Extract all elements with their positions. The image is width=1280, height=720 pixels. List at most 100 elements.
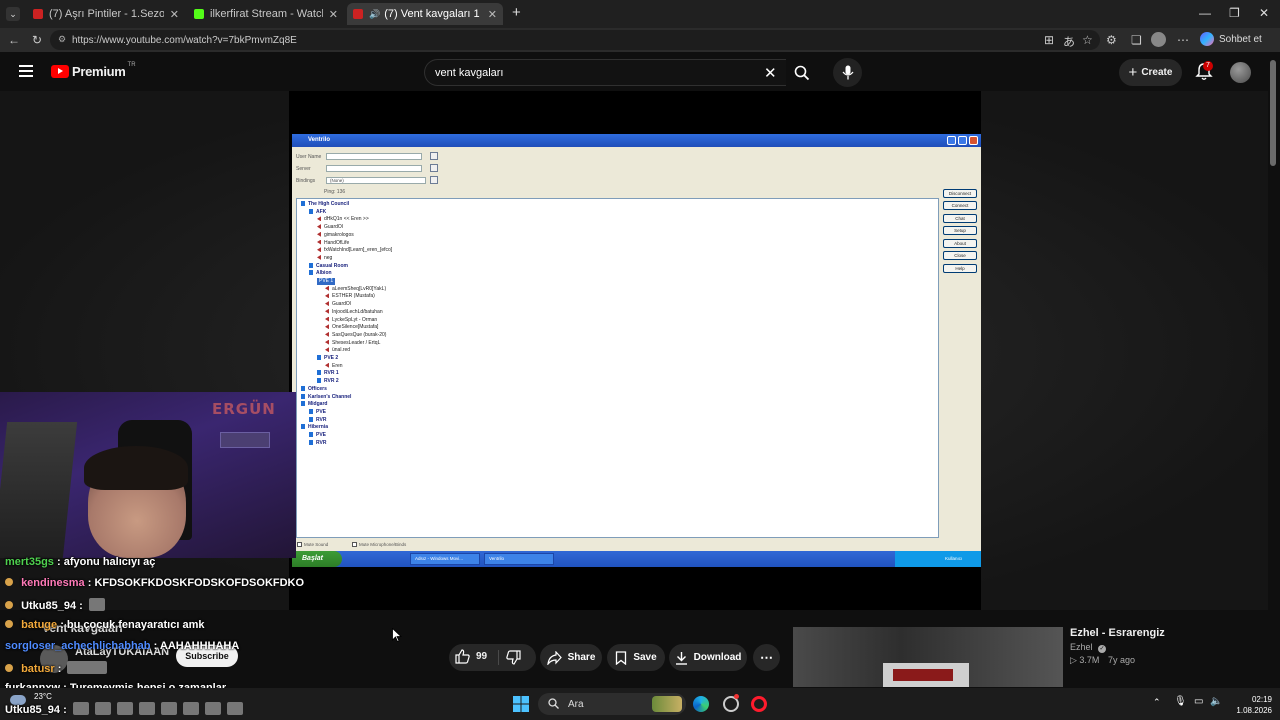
close-tab-icon[interactable]: ✕ — [329, 8, 338, 21]
steam-badge-icon — [734, 694, 739, 699]
share-label: Share — [567, 652, 596, 663]
close-tab-icon[interactable]: ✕ — [170, 8, 179, 21]
webcam-person-hair — [84, 446, 188, 490]
chat-message: sorgloser_achechlichabhab : AAHAHHHAHA — [5, 640, 239, 652]
tree-node-label: GuardOl — [332, 301, 351, 308]
edge-browser-icon[interactable] — [693, 696, 709, 712]
speaker-icon[interactable]: 🔊 — [369, 9, 380, 20]
tree-node-label: ünal.red — [332, 347, 351, 354]
chat-username: batuge — [21, 619, 58, 631]
mute-sound-check: Mute Sound — [297, 542, 328, 547]
channel-icon — [309, 270, 313, 276]
site-info-icon[interactable]: ⚙ — [58, 34, 66, 45]
tree-channel: Midgard — [301, 401, 327, 408]
create-button[interactable]: + Create — [1119, 59, 1182, 86]
browser-tab-2[interactable]: ilkerfirat Stream - Watch Live on K ✕ — [188, 3, 344, 25]
chat-text: bu çocuk fenayaratıcı amk — [66, 619, 205, 631]
search-placeholder: Ara — [568, 698, 584, 710]
search-button[interactable] — [786, 59, 818, 86]
kick-favicon-icon — [194, 9, 204, 19]
xp-task-item: Ventrilo — [484, 553, 554, 565]
tree-user: aLeemSheq[LvR0]YakL) — [325, 285, 386, 293]
weather-temperature[interactable]: 23°C — [34, 692, 52, 701]
tree-node-label: LyckeSpLyt - Orman — [332, 316, 378, 323]
windows-start-icon[interactable] — [513, 696, 529, 712]
tree-node-label: The High Council — [308, 201, 350, 207]
ventrilo-button: About — [943, 239, 977, 248]
user-speaker-icon — [325, 324, 329, 330]
tree-node-label: GuardOl — [324, 224, 343, 231]
more-options-icon[interactable]: ⋯ — [1177, 33, 1189, 47]
youtube-play-icon — [51, 65, 69, 78]
search-input[interactable]: vent kavgaları — [424, 59, 786, 86]
tree-node-label: RVR 2 — [324, 378, 339, 385]
youtube-header: Premium TR vent kavgaları ✕ + Create 7 — [0, 52, 1280, 92]
close-tab-icon[interactable]: ✕ — [488, 8, 497, 21]
server-button — [430, 164, 438, 172]
copilot-label: Sohbet et — [1219, 33, 1262, 45]
new-tab-button[interactable]: + — [512, 4, 521, 21]
tree-node-label: SasQuesQue (burak-20) — [332, 331, 387, 338]
page-scrollbar[interactable] — [1270, 60, 1276, 166]
chat-emote-icon — [67, 661, 108, 674]
like-button[interactable]: 99 — [455, 649, 487, 664]
close-window-icon[interactable]: ✕ — [1259, 6, 1269, 20]
suggested-channel[interactable]: Ezhel ✓ — [1070, 642, 1107, 653]
tree-channel: Karlsen's Channel — [301, 393, 351, 401]
extensions-icon[interactable]: ⚙ — [1106, 33, 1117, 47]
plus-icon: + — [1128, 64, 1138, 81]
profile-avatar[interactable] — [1151, 32, 1166, 47]
user-speaker-icon — [317, 216, 321, 222]
opera-icon[interactable] — [751, 696, 767, 712]
clear-search-icon[interactable]: ✕ — [764, 64, 777, 82]
bookmark-icon — [616, 650, 627, 665]
user-speaker-icon — [317, 224, 321, 230]
chat-badge-icon — [5, 601, 13, 609]
restore-icon[interactable]: ❐ — [1229, 6, 1240, 20]
reload-icon[interactable]: ↻ — [32, 33, 42, 47]
tree-node-label: neg — [324, 254, 333, 261]
tray-display-icon[interactable]: ▭ — [1194, 696, 1203, 707]
chat-emote-icon — [88, 598, 105, 611]
url-text: https://www.youtube.com/watch?v=7bkPmvmZ… — [72, 34, 297, 46]
download-label: Download — [693, 652, 742, 663]
account-avatar[interactable] — [1230, 62, 1251, 83]
url-field[interactable]: ⚙ https://www.youtube.com/watch?v=7bkPmv… — [50, 30, 1100, 50]
menu-icon[interactable] — [19, 65, 33, 77]
tab-list-button[interactable]: ⌄ — [6, 7, 20, 21]
app-available-icon[interactable]: ⊞ — [1044, 33, 1054, 47]
tab-title: (7) Vent kavgaları 1 - YouTube — [384, 8, 482, 20]
thumbnail-sign-stripe — [893, 669, 953, 681]
channel-icon — [317, 378, 321, 384]
back-arrow-icon[interactable]: ← — [8, 33, 20, 47]
more-actions-button[interactable]: ⋯ — [753, 644, 780, 671]
suggested-video-thumbnail[interactable] — [793, 627, 1063, 687]
split-screen-icon[interactable]: ❏ — [1131, 33, 1142, 47]
download-button[interactable]: Download — [669, 644, 747, 671]
favorite-star-icon[interactable]: ☆ — [1082, 33, 1093, 47]
browser-tab-1[interactable]: (7) Aşrı Pintiler - 1.Sezon 3.Bölüm ✕ — [27, 3, 185, 25]
windows-search-box[interactable]: Ara — [538, 693, 686, 715]
suggested-channel-name: Ezhel — [1070, 642, 1093, 652]
voice-search-button[interactable] — [833, 58, 862, 87]
dislike-button[interactable] — [506, 650, 521, 670]
tray-volume-icon[interactable]: 🔈 — [1210, 696, 1222, 707]
tree-node-label: Albion — [316, 270, 332, 277]
taskbar-clock[interactable]: 02:19 1.08.2026 — [1228, 694, 1272, 716]
tree-user: ESTHER (Mustafa) — [325, 293, 375, 300]
copilot-button[interactable]: Sohbet et — [1200, 32, 1262, 46]
suggested-video-title[interactable]: Ezhel - Esrarengiz — [1070, 627, 1165, 639]
tray-overflow-icon[interactable]: ⌃ — [1153, 697, 1161, 708]
tab-title: ilkerfirat Stream - Watch Live on K — [210, 8, 323, 20]
translate-icon[interactable]: あ — [1063, 33, 1075, 50]
chat-message: kendinesma : KFDSOKFKDOSKFODSKOFDSOKFDKO — [5, 577, 304, 589]
chat-message: Utku85_94 : — [5, 598, 105, 612]
youtube-favicon-icon — [353, 9, 363, 19]
minimize-icon[interactable]: — — [1199, 6, 1211, 20]
tree-node-label: HandOfLife — [324, 239, 350, 246]
share-button[interactable]: Share — [540, 644, 602, 671]
youtube-logo[interactable]: Premium TR — [51, 62, 136, 79]
tray-mic-icon[interactable]: 🎙 — [1174, 696, 1187, 707]
browser-tab-3[interactable]: 🔊 (7) Vent kavgaları 1 - YouTube ✕ — [347, 3, 503, 25]
save-button[interactable]: Save — [607, 644, 665, 671]
